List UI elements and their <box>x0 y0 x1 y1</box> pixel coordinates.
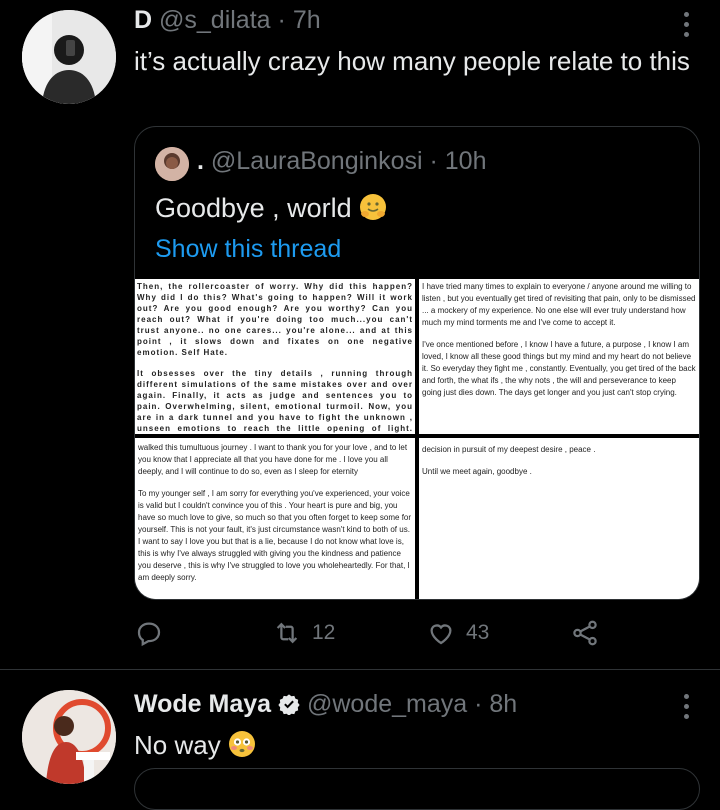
tweet-divider <box>0 669 720 670</box>
quoted-text: Goodbye , world <box>155 193 387 224</box>
avatar-image <box>22 10 116 104</box>
share-icon <box>573 620 597 646</box>
author-handle[interactable]: @s_dilata <box>159 6 271 34</box>
tweet-header: Wode Maya @wode_maya · 8h <box>134 690 517 719</box>
tweet-actions: 12 43 <box>134 618 634 652</box>
retweet-icon <box>276 622 298 644</box>
image-text: Until we meet again, goodbye . <box>422 467 532 476</box>
separator-dot: · <box>429 147 438 175</box>
retweet-button[interactable]: 12 <box>272 618 335 648</box>
quoted-tweet[interactable]: . @LauraBonginkosi · 10h Goodbye , world… <box>134 126 700 600</box>
share-button[interactable] <box>570 618 600 648</box>
media-image-1[interactable]: Then, the rollercoaster of worry. Why di… <box>135 279 415 434</box>
tweet-text-content: No way <box>134 730 221 760</box>
image-text: To my younger self , I am sorry for ever… <box>138 489 412 582</box>
image-text: I have tried many times to explain to ev… <box>422 282 696 327</box>
image-text: decision in pursuit of my deepest desire… <box>422 445 596 454</box>
separator-dot: · <box>474 690 483 718</box>
retweet-count: 12 <box>312 621 336 644</box>
image-text: It obsesses over the tiny details , runn… <box>137 369 413 433</box>
image-text: I've once mentioned before , I know I ha… <box>422 340 696 397</box>
avatar-image <box>22 690 116 784</box>
tweet-text: No way <box>134 728 256 762</box>
timestamp[interactable]: 7h <box>293 6 321 34</box>
tweet-text: it’s actually crazy how many people rela… <box>134 46 690 76</box>
quoted-text-content: Goodbye , world <box>155 193 352 223</box>
tweet-header: D @s_dilata · 7h <box>134 6 321 35</box>
image-text: Then, the rollercoaster of worry. Why di… <box>137 282 413 357</box>
reply-button[interactable] <box>134 618 164 648</box>
grid-divider <box>415 279 419 599</box>
more-options-icon[interactable] <box>682 12 690 42</box>
author-handle[interactable]: @wode_maya <box>307 690 467 718</box>
avatar[interactable] <box>22 10 116 104</box>
quoted-header: . @LauraBonginkosi · 10h <box>197 147 486 176</box>
author-name[interactable]: D <box>134 6 152 34</box>
more-options-icon[interactable] <box>682 694 690 724</box>
like-count: 43 <box>466 621 490 644</box>
quoted-prefix: . <box>197 147 204 175</box>
flushed-face-emoji-icon <box>228 731 255 757</box>
timestamp[interactable]: 8h <box>489 690 517 718</box>
quoted-avatar[interactable] <box>155 147 189 181</box>
media-image-2[interactable]: I have tried many times to explain to ev… <box>419 279 699 434</box>
media-image-3[interactable]: walked this tumultuous journey . I want … <box>135 438 415 599</box>
heart-icon <box>430 624 452 645</box>
quoted-media-grid[interactable]: Then, the rollercoaster of worry. Why di… <box>135 279 699 599</box>
quoted-avatar-image <box>155 147 189 181</box>
quoted-tweet-card[interactable] <box>134 768 700 810</box>
hugging-face-emoji-icon <box>360 194 387 220</box>
verified-badge-icon <box>278 694 300 715</box>
like-button[interactable]: 43 <box>426 618 489 648</box>
avatar[interactable] <box>22 690 116 784</box>
quoted-timestamp[interactable]: 10h <box>445 147 487 175</box>
author-name[interactable]: Wode Maya <box>134 690 271 718</box>
media-image-4[interactable]: decision in pursuit of my deepest desire… <box>419 438 699 599</box>
separator-dot: · <box>277 6 286 34</box>
grid-divider <box>135 434 699 438</box>
show-thread-link[interactable]: Show this thread <box>155 235 341 264</box>
quoted-handle[interactable]: @LauraBonginkosi <box>211 147 423 175</box>
image-text: walked this tumultuous journey . I want … <box>138 443 408 476</box>
reply-icon <box>137 622 161 647</box>
